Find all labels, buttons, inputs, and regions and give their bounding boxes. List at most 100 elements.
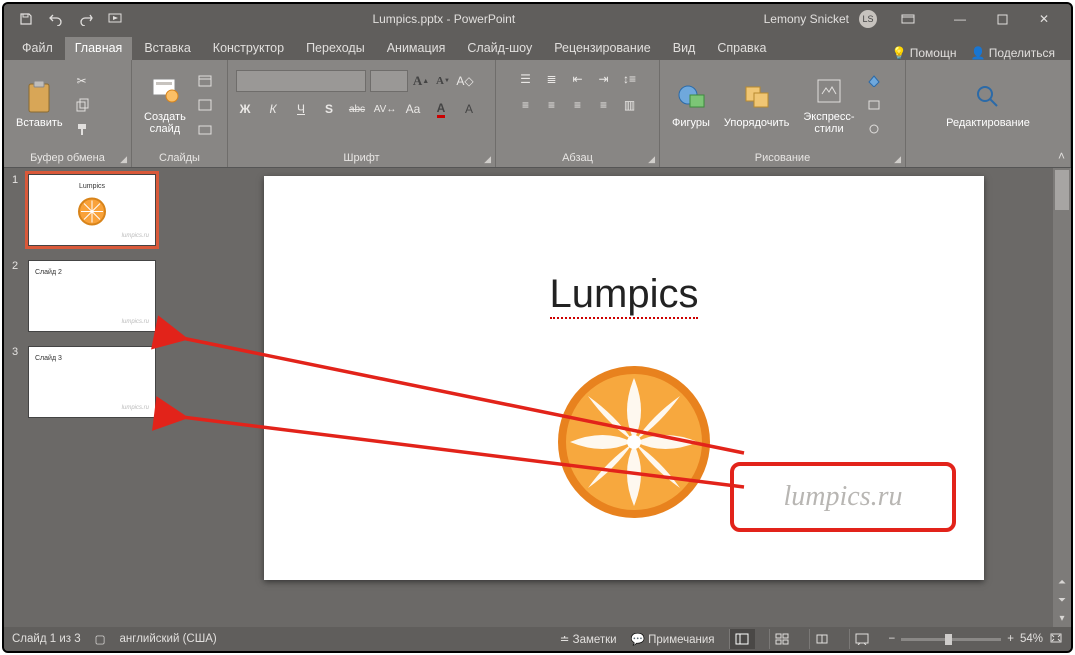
user-name[interactable]: Lemony Snicket [764, 12, 849, 26]
thumb-number: 2 [12, 260, 22, 332]
underline-button[interactable]: Ч [292, 100, 310, 118]
reading-view-icon[interactable] [809, 629, 835, 649]
quick-styles-button[interactable]: Экспресс- стили [799, 72, 858, 137]
paste-button[interactable]: Вставить [12, 78, 67, 131]
font-name-combo[interactable] [236, 70, 366, 92]
copy-icon[interactable] [73, 96, 91, 114]
new-slide-button[interactable]: Создать слайд [140, 72, 190, 137]
spellcheck-icon[interactable]: ▢ [95, 632, 106, 646]
group-drawing-label: Рисование [755, 152, 810, 164]
prev-slide-icon[interactable]: ⏶ [1053, 573, 1071, 591]
tell-me[interactable]: 💡 Помощн [891, 46, 956, 60]
bold-button[interactable]: Ж [236, 100, 254, 118]
next-slide-icon[interactable]: ⏷ [1053, 591, 1071, 609]
font-color-button[interactable]: A [432, 100, 450, 118]
bullets-icon[interactable]: ☰ [517, 70, 535, 88]
tab-transitions[interactable]: Переходы [296, 37, 375, 60]
columns-icon[interactable]: ▥ [621, 96, 639, 114]
shape-effects-icon[interactable] [865, 120, 883, 138]
font-size-combo[interactable] [370, 70, 408, 92]
fit-to-window-icon[interactable] [1049, 632, 1063, 647]
tab-insert[interactable]: Вставка [134, 37, 200, 60]
language-button[interactable]: английский (США) [120, 633, 217, 645]
orange-image[interactable] [554, 362, 714, 527]
format-painter-icon[interactable] [73, 120, 91, 138]
tab-review[interactable]: Рецензирование [544, 37, 661, 60]
dialog-launcher-icon[interactable]: ◢ [120, 154, 127, 165]
reset-icon[interactable] [196, 96, 214, 114]
slide-thumbnail-2[interactable]: Слайд 2 lumpics.ru [28, 260, 156, 332]
tab-view[interactable]: Вид [663, 37, 706, 60]
tab-design[interactable]: Конструктор [203, 37, 294, 60]
comments-button[interactable]: 💬 Примечания [631, 632, 715, 646]
zoom-in-button[interactable]: + [1007, 633, 1014, 645]
dialog-launcher-icon[interactable]: ◢ [484, 154, 491, 165]
editing-button[interactable]: Редактирование [942, 78, 1034, 131]
decrease-indent-icon[interactable]: ⇤ [569, 70, 587, 88]
tab-slideshow[interactable]: Слайд-шоу [457, 37, 542, 60]
align-right-icon[interactable]: ≡ [569, 96, 587, 114]
slide-thumbnail-3[interactable]: Слайд 3 lumpics.ru [28, 346, 156, 418]
zoom-level[interactable]: 54% [1020, 633, 1043, 645]
share-button[interactable]: 👤 Поделиться [970, 46, 1055, 60]
slide-thumbnails-pane[interactable]: 1 Lumpics lumpics.ru 2 Слайд 2 lumpics.r… [4, 168, 186, 627]
ribbon: Вставить ✂ Буфер обмена◢ Создать слайд [4, 60, 1071, 168]
italic-button[interactable]: К [264, 100, 282, 118]
slide-thumbnail-1[interactable]: Lumpics lumpics.ru [28, 174, 156, 246]
strike-button[interactable]: abc [348, 100, 366, 118]
tab-file[interactable]: Файл [12, 37, 63, 60]
zoom-slider[interactable] [901, 638, 1001, 641]
watermark-text[interactable]: lumpics.ru [784, 481, 903, 513]
minimize-button[interactable]: — [939, 4, 981, 34]
dialog-launcher-icon[interactable]: ◢ [648, 154, 655, 165]
close-button[interactable]: ✕ [1023, 4, 1065, 34]
slideshow-view-icon[interactable] [849, 629, 875, 649]
increase-font-icon[interactable]: A▲ [412, 72, 430, 90]
user-avatar[interactable]: LS [859, 10, 877, 28]
cut-icon[interactable]: ✂ [73, 72, 91, 90]
char-spacing-button[interactable]: AV↔ [376, 100, 394, 118]
scrollbar-thumb[interactable] [1055, 170, 1069, 210]
maximize-button[interactable] [981, 4, 1023, 34]
increase-indent-icon[interactable]: ⇥ [595, 70, 613, 88]
shape-fill-icon[interactable] [865, 72, 883, 90]
redo-icon[interactable] [78, 11, 94, 27]
shapes-button[interactable]: Фигуры [668, 78, 714, 131]
current-slide[interactable]: Lumpics [264, 176, 984, 580]
slide-title-text[interactable]: Lumpics [264, 272, 984, 317]
dialog-launcher-icon[interactable]: ◢ [894, 154, 901, 165]
slide-editor[interactable]: Lumpics [186, 168, 1071, 627]
arrange-button[interactable]: Упорядочить [720, 78, 793, 131]
start-from-beginning-icon[interactable] [108, 11, 124, 27]
ribbon-display-options-icon[interactable] [887, 4, 929, 34]
zoom-out-button[interactable]: − [889, 633, 896, 645]
clear-format-icon[interactable]: A◇ [456, 72, 474, 90]
watermark-highlight-box: lumpics.ru [730, 462, 956, 532]
shadow-button[interactable]: S [320, 100, 338, 118]
save-icon[interactable] [18, 11, 34, 27]
notes-button[interactable]: ≐ Заметки [560, 632, 617, 646]
layout-icon[interactable] [196, 72, 214, 90]
highlight-button[interactable]: A [460, 100, 478, 118]
section-icon[interactable] [196, 120, 214, 138]
change-case-button[interactable]: Aa [404, 100, 422, 118]
normal-view-icon[interactable] [729, 629, 755, 649]
justify-icon[interactable]: ≡ [595, 96, 613, 114]
line-spacing-icon[interactable]: ↕≡ [621, 70, 639, 88]
slide-sorter-view-icon[interactable] [769, 629, 795, 649]
scroll-down-icon[interactable]: ▾ [1053, 609, 1071, 627]
ribbon-tabs: Файл Главная Вставка Конструктор Переход… [4, 34, 1071, 60]
vertical-scrollbar[interactable]: ⏶ ⏷ ▾ [1053, 168, 1071, 627]
align-left-icon[interactable]: ≡ [517, 96, 535, 114]
slide-counter[interactable]: Слайд 1 из 3 [12, 633, 81, 645]
undo-icon[interactable] [48, 11, 64, 27]
tab-home[interactable]: Главная [65, 37, 133, 60]
collapse-ribbon-icon[interactable]: ˄ [1058, 149, 1065, 163]
tab-help[interactable]: Справка [707, 37, 776, 60]
window-title: Lumpics.pptx - PowerPoint [124, 12, 764, 26]
decrease-font-icon[interactable]: A▼ [434, 72, 452, 90]
tab-animations[interactable]: Анимация [377, 37, 456, 60]
numbering-icon[interactable]: ≣ [543, 70, 561, 88]
shape-outline-icon[interactable] [865, 96, 883, 114]
align-center-icon[interactable]: ≡ [543, 96, 561, 114]
